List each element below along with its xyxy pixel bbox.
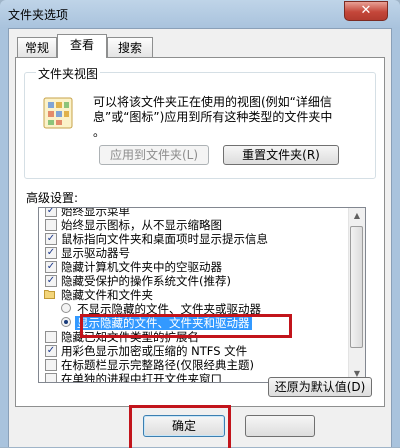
checkbox[interactable]: ✓ xyxy=(45,247,57,259)
description-line: 息”或“图标”)应用到所有这种类型的文件夹中 xyxy=(93,110,333,124)
radio-button[interactable] xyxy=(61,317,71,327)
folder-icon xyxy=(44,290,55,299)
checkbox[interactable] xyxy=(45,331,57,343)
list-item-label: 在单独的进程中打开文件夹窗口 xyxy=(61,372,222,383)
reset-folders-button[interactable]: 重置文件夹(R) xyxy=(223,145,339,165)
checkbox[interactable] xyxy=(45,219,57,231)
restore-defaults-button[interactable]: 还原为默认值(D) xyxy=(268,377,372,397)
checkbox[interactable]: ✓ xyxy=(45,233,57,245)
list-item-label: 鼠标指向文件夹和桌面项时显示提示信息 xyxy=(61,232,268,246)
checkbox[interactable] xyxy=(45,359,57,371)
description-line: 。 xyxy=(93,125,106,139)
advanced-settings-title: 高级设置: xyxy=(26,191,79,205)
folder-views-description: 可以将该文件夹正在使用的视图(例如“详细信 息”或“图标”)应用到所有这种类型的… xyxy=(93,95,373,140)
folder-views-title: 文件夹视图 xyxy=(36,65,101,82)
tab-view-label: 查看 xyxy=(69,38,94,52)
list-item-label: 始终显示菜单 xyxy=(61,207,130,218)
tab-general-label: 常规 xyxy=(24,41,49,55)
tab-view[interactable]: 查看 xyxy=(57,34,107,58)
scroll-up-icon[interactable]: ▲ xyxy=(349,208,365,224)
list-item-label: 用彩色显示加密或压缩的 NTFS 文件 xyxy=(61,344,248,358)
list-item-label: 在标题栏显示完整路径(仅限经典主题) xyxy=(61,358,254,372)
list-item-label: 显示驱动器号 xyxy=(61,246,130,260)
checkbox[interactable]: ✓ xyxy=(45,261,57,273)
checkbox[interactable]: ✓ xyxy=(45,275,57,287)
list-item-label: 隐藏文件和文件夹 xyxy=(61,288,153,302)
title-bar[interactable]: 文件夹选项 ✕ xyxy=(0,0,400,28)
apply-to-folders-button[interactable]: 应用到文件夹(L) xyxy=(99,145,209,165)
highlight-annotation-ok xyxy=(129,405,231,448)
close-button[interactable]: ✕ xyxy=(344,1,388,21)
close-icon: ✕ xyxy=(360,3,372,18)
tab-search[interactable]: 搜索 xyxy=(107,37,153,57)
checkbox[interactable] xyxy=(45,373,57,382)
folder-view-icon xyxy=(43,97,73,129)
cancel-button[interactable] xyxy=(245,415,315,437)
list-item-label: 隐藏受保护的操作系统文件(推荐) xyxy=(61,274,231,288)
list-item-label: 隐藏计算机文件夹中的空驱动器 xyxy=(61,260,222,274)
tab-general[interactable]: 常规 xyxy=(17,37,57,57)
highlight-annotation-selected-option xyxy=(80,314,292,338)
radio-button[interactable] xyxy=(61,303,71,313)
window-title: 文件夹选项 xyxy=(8,8,69,22)
description-line: 可以将该文件夹正在使用的视图(例如“详细信 xyxy=(93,95,332,109)
scroll-thumb[interactable] xyxy=(350,226,363,348)
dialog-client: 常规 查看 搜索 文件夹视图 可以将该文件夹正在使用的视图(例如“详细信 息”或… xyxy=(8,28,392,448)
view-tab-panel: 文件夹视图 可以将该文件夹正在使用的视图(例如“详细信 息”或“图标”)应用到所… xyxy=(15,57,385,407)
folder-options-window: 文件夹选项 ✕ 常规 查看 搜索 文件夹视图 可以将该文件夹正在使用的视图(例如… xyxy=(0,0,400,448)
folder-views-group: 可以将该文件夹正在使用的视图(例如“详细信 息”或“图标”)应用到所有这种类型的… xyxy=(24,72,376,179)
checkbox[interactable]: ✓ xyxy=(45,208,57,217)
checkbox[interactable]: ✓ xyxy=(45,345,57,357)
tab-search-label: 搜索 xyxy=(117,41,142,55)
vertical-scrollbar[interactable]: ▲ ▼ xyxy=(348,208,365,382)
list-item-label: 始终显示图标，从不显示缩略图 xyxy=(61,218,222,232)
advanced-settings-list[interactable]: ✓ 始终显示菜单 始终显示图标，从不显示缩略图 ✓ 鼠标指向文件夹和桌面项时显示… xyxy=(38,207,366,383)
